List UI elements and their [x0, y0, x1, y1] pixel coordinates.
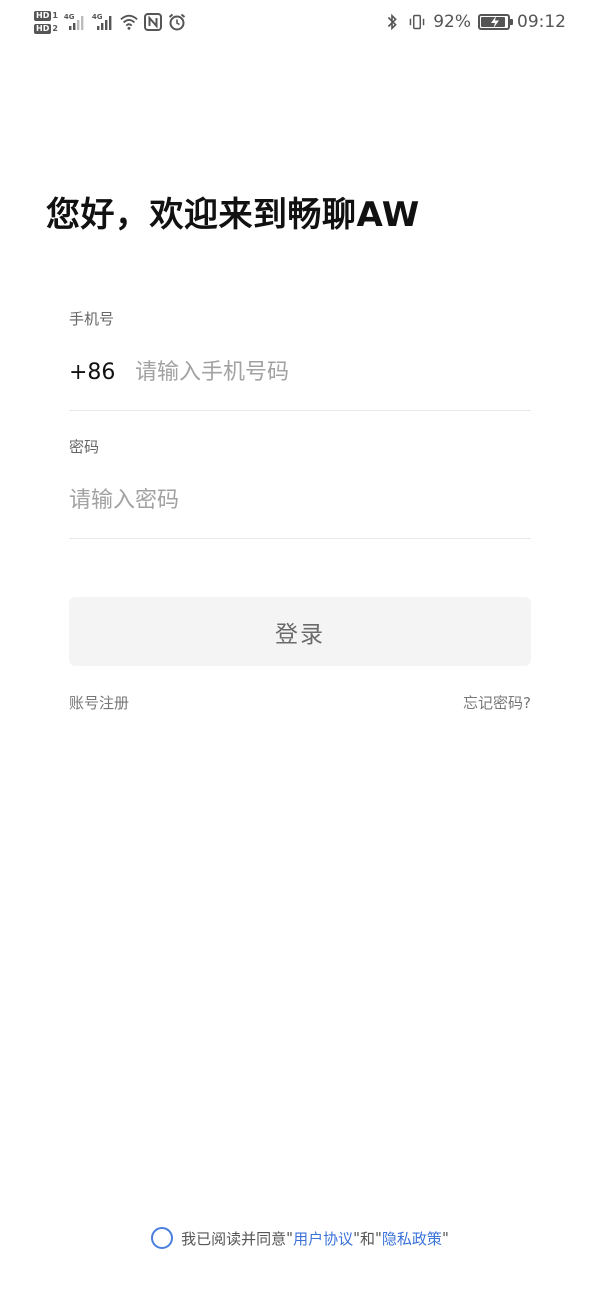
agreement-quote: " [353, 1229, 360, 1247]
status-bar: HD 1 HD 2 4G 4G 92% 09:12 [0, 0, 600, 44]
phone-input[interactable] [135, 348, 531, 396]
phone-label: 手机号 [69, 310, 115, 328]
password-input[interactable] [69, 476, 531, 524]
password-divider [69, 538, 531, 539]
alarm-icon [168, 13, 186, 31]
sim2-number: 2 [52, 23, 58, 33]
privacy-policy-link[interactable]: 隐私政策 [382, 1228, 442, 1249]
sim1-hd-badge: HD 1 [34, 10, 58, 21]
battery-percent: 92% [433, 12, 471, 32]
signal-icon: 4G [64, 12, 86, 32]
country-code-selector[interactable]: +86 [69, 360, 135, 385]
agreement-prefix: 我已阅读并同意 [181, 1229, 287, 1248]
status-bar-left: HD 1 HD 2 4G 4G [34, 6, 186, 38]
agreement-quote: " [441, 1229, 449, 1247]
agreement-conjunction: 和 [360, 1229, 376, 1248]
wifi-icon [120, 14, 138, 30]
signal-icon: 4G [92, 12, 114, 32]
vibrate-icon [409, 14, 425, 30]
nfc-icon [143, 13, 162, 31]
sim1-number: 1 [52, 10, 58, 20]
bluetooth-icon [388, 13, 397, 31]
agreement-row: 我已阅读并同意 " 用户协议 " 和 " 隐私政策 " [0, 1224, 600, 1252]
sim2-hd-label: HD [34, 23, 52, 34]
battery-icon [478, 14, 513, 30]
agreement-quote: " [375, 1229, 382, 1247]
phone-divider [69, 410, 531, 411]
password-label: 密码 [69, 438, 100, 456]
welcome-title: 您好，欢迎来到畅聊AW [46, 195, 420, 235]
user-agreement-link[interactable]: 用户协议 [293, 1228, 353, 1249]
sim1-hd-label: HD [34, 10, 52, 21]
status-time: 09:12 [517, 12, 566, 32]
charging-bolt-icon [491, 16, 499, 28]
agreement-checkbox[interactable] [151, 1227, 174, 1249]
agreement-quote: " [286, 1229, 294, 1247]
phone-input-row: +86 [69, 348, 531, 396]
sim2-hd-badge: HD 2 [34, 23, 58, 34]
forgot-password-link[interactable]: 忘记密码? [463, 692, 531, 714]
sim-indicators: HD 1 HD 2 [34, 10, 58, 34]
register-link[interactable]: 账号注册 [69, 692, 129, 714]
login-button[interactable]: 登录 [69, 597, 531, 666]
status-bar-right: 92% 09:12 [383, 10, 566, 34]
